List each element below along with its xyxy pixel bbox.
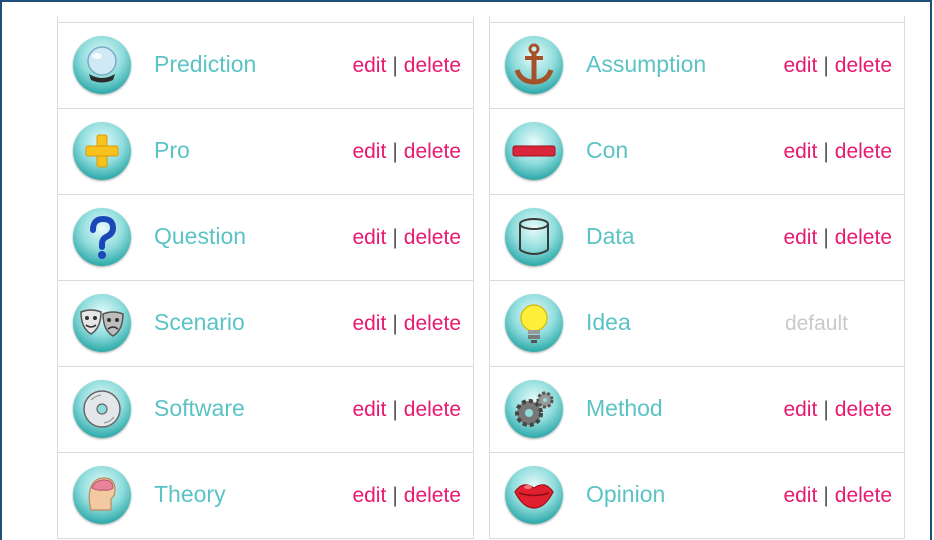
list-item-scenario: Scenario edit | delete xyxy=(58,281,473,367)
edit-link[interactable]: edit xyxy=(352,484,386,507)
list-item-assumption: Assumption edit | delete xyxy=(490,23,904,109)
column-top-divider xyxy=(58,16,473,23)
database-cylinder-icon xyxy=(505,208,563,266)
edit-link[interactable]: edit xyxy=(783,226,817,249)
item-label[interactable]: Scenario xyxy=(154,309,245,336)
edit-link[interactable]: edit xyxy=(352,54,386,77)
edit-link[interactable]: edit xyxy=(352,312,386,335)
edit-link[interactable]: edit xyxy=(783,484,817,507)
action-separator: | xyxy=(392,226,398,249)
item-label[interactable]: Method xyxy=(586,395,663,422)
delete-link[interactable]: delete xyxy=(404,226,461,249)
plus-icon xyxy=(73,122,131,180)
action-separator: | xyxy=(392,484,398,507)
list-item-opinion: Opinion edit | delete xyxy=(490,453,904,539)
action-separator: | xyxy=(392,140,398,163)
delete-link[interactable]: delete xyxy=(835,140,892,163)
action-separator: | xyxy=(392,312,398,335)
delete-link[interactable]: delete xyxy=(835,484,892,507)
edit-link[interactable]: edit xyxy=(352,226,386,249)
item-label[interactable]: Data xyxy=(586,223,635,250)
item-label[interactable]: Pro xyxy=(154,137,190,164)
lips-icon xyxy=(505,466,563,524)
list-item-data: Data edit | delete xyxy=(490,195,904,281)
crystal-ball-icon xyxy=(73,36,131,94)
item-label[interactable]: Con xyxy=(586,137,628,164)
column-top-divider xyxy=(490,16,904,23)
list-item-con: Con edit | delete xyxy=(490,109,904,195)
item-actions: edit | delete xyxy=(783,484,892,508)
lightbulb-icon xyxy=(505,294,563,352)
item-actions: edit | delete xyxy=(783,398,892,422)
delete-link[interactable]: delete xyxy=(404,312,461,335)
action-separator: | xyxy=(823,484,829,507)
item-label[interactable]: Opinion xyxy=(586,481,665,508)
list-item-idea: Idea default xyxy=(490,281,904,367)
item-actions: edit | delete xyxy=(352,54,461,78)
list-item-theory: Theory edit | delete xyxy=(58,453,473,539)
gears-icon xyxy=(505,380,563,438)
edit-link[interactable]: edit xyxy=(352,140,386,163)
left-column: Prediction edit | delete Pro edit | delete Q… xyxy=(57,16,474,539)
right-column: Assumption edit | delete Con edit | delete D… xyxy=(489,16,905,539)
action-separator: | xyxy=(823,54,829,77)
minus-icon xyxy=(505,122,563,180)
list-item-method: Method edit | delete xyxy=(490,367,904,453)
item-actions: edit | delete xyxy=(352,140,461,164)
delete-link[interactable]: delete xyxy=(404,54,461,77)
action-separator: | xyxy=(392,398,398,421)
item-label[interactable]: Software xyxy=(154,395,245,422)
item-actions: edit | delete xyxy=(352,484,461,508)
item-label[interactable]: Idea xyxy=(586,309,631,336)
list-item-pro: Pro edit | delete xyxy=(58,109,473,195)
delete-link[interactable]: delete xyxy=(404,398,461,421)
delete-link[interactable]: delete xyxy=(404,140,461,163)
item-actions: edit | delete xyxy=(352,226,461,250)
disc-icon xyxy=(73,380,131,438)
item-label[interactable]: Question xyxy=(154,223,246,250)
item-actions: default xyxy=(785,312,848,336)
edit-link[interactable]: edit xyxy=(783,398,817,421)
edit-link[interactable]: edit xyxy=(352,398,386,421)
list-item-question: Question edit | delete xyxy=(58,195,473,281)
theater-masks-icon xyxy=(73,294,131,352)
edit-link[interactable]: edit xyxy=(783,140,817,163)
item-actions: edit | delete xyxy=(352,312,461,336)
head-brain-icon xyxy=(73,466,131,524)
item-actions: edit | delete xyxy=(783,54,892,78)
edit-link[interactable]: edit xyxy=(783,54,817,77)
action-separator: | xyxy=(823,226,829,249)
list-item-prediction: Prediction edit | delete xyxy=(58,23,473,109)
delete-link[interactable]: delete xyxy=(835,226,892,249)
item-label[interactable]: Assumption xyxy=(586,51,706,78)
anchor-icon xyxy=(505,36,563,94)
item-actions: edit | delete xyxy=(783,226,892,250)
delete-link[interactable]: delete xyxy=(835,54,892,77)
item-label[interactable]: Theory xyxy=(154,481,226,508)
action-separator: | xyxy=(823,140,829,163)
delete-link[interactable]: delete xyxy=(835,398,892,421)
item-label[interactable]: Prediction xyxy=(154,51,256,78)
item-actions: edit | delete xyxy=(352,398,461,422)
question-mark-icon xyxy=(73,208,131,266)
delete-link[interactable]: delete xyxy=(404,484,461,507)
action-separator: | xyxy=(392,54,398,77)
list-item-software: Software edit | delete xyxy=(58,367,473,453)
item-actions: edit | delete xyxy=(783,140,892,164)
action-separator: | xyxy=(823,398,829,421)
default-badge: default xyxy=(784,312,848,335)
